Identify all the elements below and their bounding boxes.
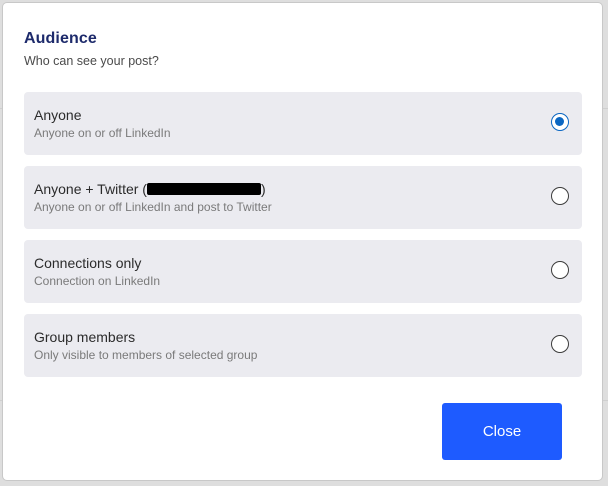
option-label: Connections only [34,255,142,271]
option-anyone[interactable]: Anyone Anyone on or off LinkedIn [24,92,582,155]
redacted-handle [146,183,261,195]
dialog-title: Audience [24,30,97,47]
radio-group-members[interactable] [551,335,569,353]
option-description: Connection on LinkedIn [34,274,161,288]
option-label: Anyone + Twitter () [34,181,266,197]
radio-anyone-twitter[interactable] [551,187,569,205]
option-anyone-twitter[interactable]: Anyone + Twitter () Anyone on or off Lin… [24,166,582,229]
option-label-prefix: Anyone + Twitter ( [34,181,147,197]
option-description: Anyone on or off LinkedIn and post to Tw… [34,200,272,214]
audience-dialog: Audience Who can see your post? Anyone A… [3,3,602,480]
option-description: Anyone on or off LinkedIn [34,126,171,140]
option-description: Only visible to members of selected grou… [34,348,258,362]
option-label: Anyone [34,107,82,123]
radio-connections-only[interactable] [551,261,569,279]
close-button[interactable]: Close [442,403,562,460]
option-label-suffix: ) [260,181,266,197]
dialog-subtitle: Who can see your post? [24,54,159,68]
radio-anyone[interactable] [551,113,569,131]
option-group-members[interactable]: Group members Only visible to members of… [24,314,582,377]
option-label: Group members [34,329,136,345]
option-connections-only[interactable]: Connections only Connection on LinkedIn [24,240,582,303]
